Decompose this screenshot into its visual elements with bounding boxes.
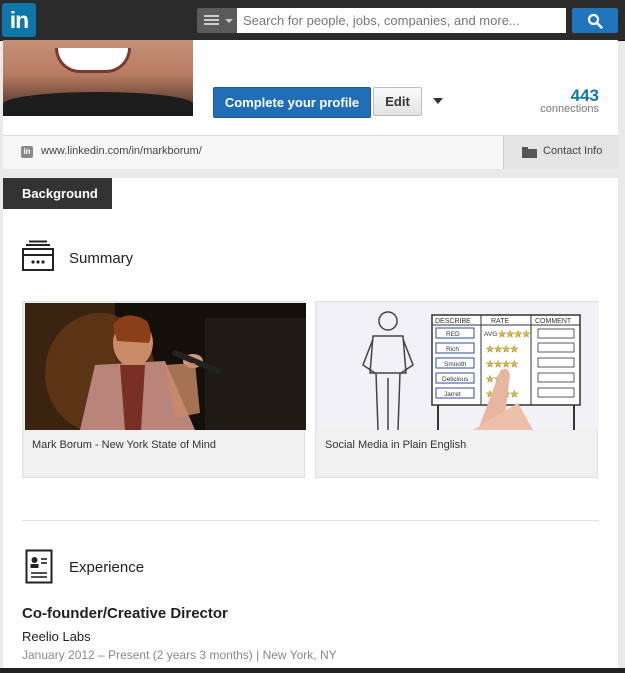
- public-profile-url-bar: in www.linkedin.com/in/markborum/ Contac…: [3, 135, 619, 169]
- background-section: Background Summary Mark Borum - New York…: [3, 178, 618, 673]
- whiteboard-row: Smooth: [444, 361, 467, 368]
- contact-info-label: Contact Info: [543, 145, 603, 157]
- search-category-menu-button[interactable]: [197, 8, 237, 33]
- summary-title: Summary: [69, 250, 134, 267]
- svg-text:★★★★: ★★★★: [498, 329, 530, 339]
- svg-text:★★★★: ★★★★: [486, 359, 518, 369]
- search-button[interactable]: [572, 8, 618, 33]
- public-profile-url[interactable]: www.linkedin.com/in/markborum/: [41, 145, 202, 157]
- experience-icon: [25, 549, 53, 584]
- whiteboard-header: RATE: [491, 318, 509, 325]
- edit-button[interactable]: Edit: [373, 87, 422, 116]
- linkedin-icon: in: [21, 146, 33, 158]
- whiteboard-row: Rich: [446, 346, 459, 353]
- media-caption[interactable]: Mark Borum - New York State of Mind: [32, 439, 216, 451]
- summary-media-item[interactable]: Mark Borum - New York State of Mind: [22, 301, 306, 478]
- background-tab: Background: [3, 178, 112, 209]
- whiteboard-row: RED: [446, 331, 460, 338]
- contact-card-icon: [522, 147, 537, 158]
- whiteboard-header: DESCRIBE: [435, 318, 471, 325]
- linkedin-logo[interactable]: in: [2, 3, 36, 37]
- top-navigation-bar: in: [0, 0, 625, 41]
- svg-text:★★★★: ★★★★: [486, 344, 518, 354]
- video-thumbnail[interactable]: DESCRIBE RATE COMMENT RED Rich Smooth De…: [318, 303, 599, 430]
- media-caption[interactable]: Social Media in Plain English: [325, 439, 466, 451]
- whiteboard-row: Jarret: [444, 391, 461, 398]
- search-input[interactable]: [237, 8, 566, 33]
- whiteboard-header: COMMENT: [535, 318, 572, 325]
- position-dates: January 2012 – Present (2 years 3 months…: [22, 648, 337, 662]
- connections-label: connections: [540, 103, 599, 115]
- complete-profile-button[interactable]: Complete your profile: [213, 87, 371, 118]
- company-name[interactable]: Reelio Labs: [22, 629, 91, 644]
- edit-dropdown-icon[interactable]: [433, 98, 443, 104]
- profile-photo[interactable]: [3, 40, 193, 116]
- bottom-border: [0, 668, 625, 673]
- summary-icon: [22, 240, 54, 271]
- photo-detail: [3, 92, 193, 116]
- whiteboard-row: Delicious: [442, 376, 469, 383]
- section-divider: [22, 520, 599, 521]
- photo-detail: [55, 48, 131, 73]
- position-title[interactable]: Co-founder/Creative Director: [22, 605, 228, 622]
- profile-card: Complete your profile Edit 443 connectio…: [3, 40, 619, 169]
- video-thumbnail[interactable]: [25, 303, 306, 430]
- experience-title: Experience: [69, 559, 145, 576]
- contact-info-button[interactable]: Contact Info: [503, 136, 619, 169]
- whiteboard-avg-label: AVG: [484, 331, 497, 338]
- summary-media-item[interactable]: DESCRIBE RATE COMMENT RED Rich Smooth De…: [315, 301, 599, 478]
- search-icon: [587, 13, 603, 29]
- chevron-down-icon: [225, 19, 233, 23]
- menu-icon: [204, 15, 219, 26]
